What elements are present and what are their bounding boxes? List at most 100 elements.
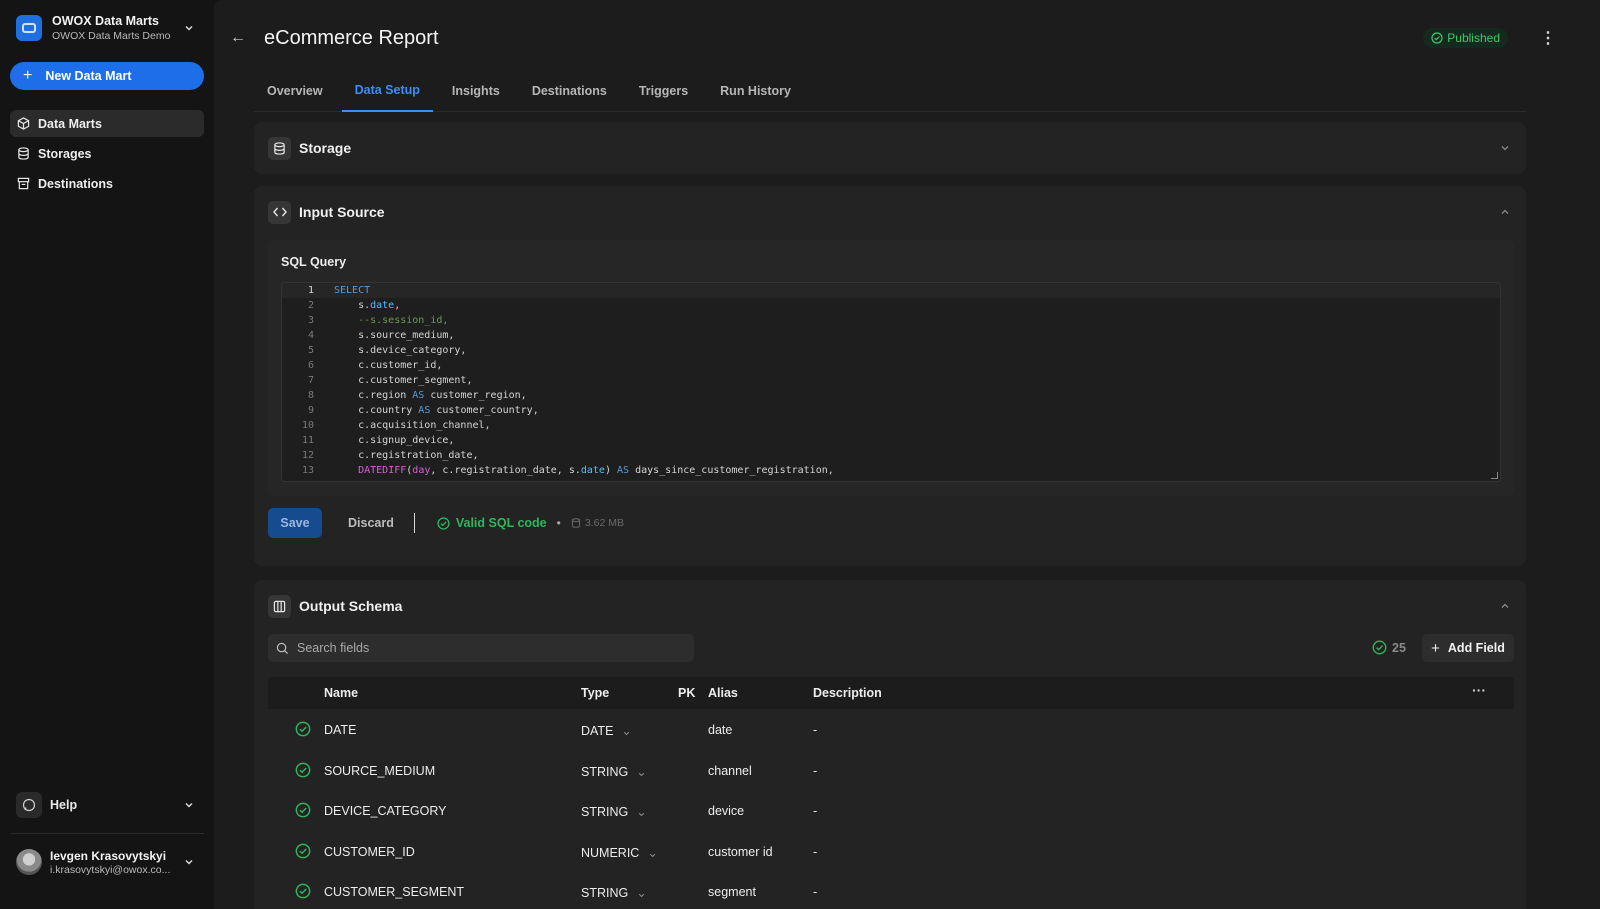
chevron-down-icon[interactable] bbox=[180, 796, 198, 814]
help-label: Help bbox=[50, 798, 78, 812]
check-circle-icon bbox=[295, 721, 311, 737]
query-size-label: 3.62 MB bbox=[584, 517, 624, 529]
search-icon bbox=[276, 642, 289, 654]
field-name: CUSTOMER_ID bbox=[324, 845, 415, 859]
check-circle-icon bbox=[295, 802, 311, 818]
column-header-type[interactable]: Type bbox=[581, 686, 609, 700]
plus-icon: + bbox=[1431, 639, 1440, 657]
column-header-description[interactable]: Description bbox=[813, 686, 882, 700]
sql-editor[interactable]: 1 SELECT 2 s.date, 3 --s.session_id, 4 s.… bbox=[281, 282, 1501, 482]
database-icon bbox=[18, 147, 29, 160]
bullet-separator: • bbox=[556, 516, 561, 530]
sidebar-nav: Data Marts Storages Destinations bbox=[10, 110, 204, 197]
code-line: 14 bbox=[282, 478, 1500, 481]
chevron-up-icon[interactable] bbox=[1498, 207, 1512, 217]
new-data-mart-label: New Data Mart bbox=[45, 69, 132, 83]
help-menu[interactable]: Help bbox=[10, 790, 204, 820]
more-horizontal-icon[interactable]: ··· bbox=[1472, 682, 1486, 698]
add-field-label: Add Field bbox=[1447, 641, 1505, 655]
plus-icon: + bbox=[23, 67, 33, 84]
code-line: 10 c.acquisition_channel, bbox=[301, 420, 491, 431]
chevron-down-icon: ⌄ bbox=[647, 846, 658, 860]
field-type-select[interactable]: STRING ⌄ bbox=[581, 804, 647, 820]
tab-overview[interactable]: Overview bbox=[254, 70, 336, 112]
table-row[interactable]: CUSTOMER_SEGMENT STRING ⌄ segment - bbox=[268, 871, 1514, 909]
tab-destinations[interactable]: Destinations bbox=[519, 70, 620, 112]
check-circle-icon bbox=[1372, 640, 1387, 655]
new-data-mart-button[interactable]: + New Data Mart bbox=[10, 62, 204, 90]
field-description[interactable]: - bbox=[813, 845, 817, 859]
add-field-button[interactable]: + Add Field bbox=[1422, 634, 1514, 662]
tab-run-history[interactable]: Run History bbox=[707, 70, 804, 112]
field-description[interactable]: - bbox=[813, 723, 817, 737]
box-icon bbox=[17, 117, 30, 130]
check-circle-icon bbox=[1431, 32, 1443, 44]
chevron-up-icon[interactable] bbox=[1498, 601, 1512, 611]
sql-actions: Save Discard Valid SQL code • 3.62 MB bbox=[268, 508, 624, 538]
chevron-down-icon[interactable] bbox=[180, 19, 198, 37]
chevron-down-icon[interactable] bbox=[1498, 143, 1512, 153]
chevron-down-icon[interactable] bbox=[180, 853, 198, 871]
search-input[interactable] bbox=[297, 641, 677, 655]
help-chat-icon bbox=[16, 792, 42, 818]
output-schema-header[interactable]: Output Schema bbox=[254, 580, 1526, 632]
workspace-switcher[interactable]: OWOX Data Marts OWOX Data Marts Demo bbox=[10, 0, 204, 56]
save-button[interactable]: Save bbox=[268, 508, 322, 538]
discard-button[interactable]: Discard bbox=[336, 516, 406, 530]
storage-header[interactable]: Storage bbox=[254, 122, 1526, 174]
validation-label: Valid SQL code bbox=[455, 516, 547, 530]
field-type-select[interactable]: DATE ⌄ bbox=[581, 723, 632, 739]
input-source-header[interactable]: Input Source bbox=[254, 186, 1526, 238]
code-line: 5 s.device_category, bbox=[307, 345, 467, 356]
column-header-name[interactable]: Name bbox=[324, 686, 358, 700]
schema-table-header: Name Type PK Alias Description ··· bbox=[268, 677, 1514, 709]
tab-insights[interactable]: Insights bbox=[439, 70, 513, 112]
field-alias[interactable]: channel bbox=[708, 764, 752, 778]
sidebar-item-label: Data Marts bbox=[38, 116, 102, 131]
sidebar-item-storages[interactable]: Storages bbox=[10, 140, 204, 167]
fields-count-value: 25 bbox=[1392, 640, 1406, 655]
check-circle-icon bbox=[295, 843, 311, 859]
check-circle-icon bbox=[295, 883, 311, 899]
more-vertical-icon[interactable]: ⋮ bbox=[1540, 28, 1556, 48]
table-row[interactable]: DEVICE_CATEGORY STRING ⌄ device - bbox=[268, 790, 1514, 831]
status-label: Published bbox=[1447, 31, 1500, 45]
search-fields bbox=[268, 634, 694, 662]
field-type-select[interactable]: NUMERIC ⌄ bbox=[581, 845, 658, 861]
field-type-select[interactable]: STRING ⌄ bbox=[581, 764, 647, 780]
table-row[interactable]: SOURCE_MEDIUM STRING ⌄ channel - bbox=[268, 750, 1514, 791]
field-description[interactable]: - bbox=[813, 885, 817, 899]
query-size: 3.62 MB bbox=[571, 517, 624, 529]
code-line: 8 c.region AS customer_region, bbox=[307, 390, 527, 401]
tab-triggers[interactable]: Triggers bbox=[626, 70, 701, 112]
code-line: 7 c.customer_segment, bbox=[307, 375, 473, 386]
field-alias[interactable]: customer id bbox=[708, 845, 773, 859]
chevron-down-icon: ⌄ bbox=[636, 886, 647, 900]
field-alias[interactable]: date bbox=[708, 723, 732, 737]
sidebar-item-destinations[interactable]: Destinations bbox=[10, 170, 204, 197]
field-type-select[interactable]: STRING ⌄ bbox=[581, 885, 647, 901]
sidebar-item-label: Storages bbox=[38, 146, 92, 161]
database-icon bbox=[268, 136, 291, 160]
table-row[interactable]: DATE DATE ⌄ date - bbox=[268, 709, 1514, 750]
database-icon bbox=[571, 518, 580, 528]
storage-section: Storage bbox=[254, 122, 1526, 174]
field-alias[interactable]: device bbox=[708, 804, 744, 818]
field-alias[interactable]: segment bbox=[708, 885, 756, 899]
sql-query-panel: SQL Query 1 SELECT 2 s.date, 3 --s.sessio… bbox=[268, 240, 1514, 496]
field-description[interactable]: - bbox=[813, 804, 817, 818]
workspace-logo bbox=[16, 15, 42, 41]
column-header-pk[interactable]: PK bbox=[678, 686, 695, 700]
user-menu[interactable]: Ievgen Krasovytskyi i.krasovytskyi@owox.… bbox=[10, 845, 204, 879]
sidebar-item-data-marts[interactable]: Data Marts bbox=[10, 110, 204, 137]
chevron-down-icon: ⌄ bbox=[621, 724, 632, 738]
column-header-alias[interactable]: Alias bbox=[708, 686, 738, 700]
workspace-subtitle: OWOX Data Marts Demo bbox=[52, 30, 171, 42]
tab-data-setup[interactable]: Data Setup bbox=[341, 70, 433, 112]
resize-handle-icon[interactable] bbox=[1491, 472, 1498, 479]
field-description[interactable]: - bbox=[813, 764, 817, 778]
code-line: 1 SELECT bbox=[282, 283, 1500, 298]
workspace-title: OWOX Data Marts bbox=[52, 14, 159, 28]
back-arrow-icon[interactable]: ← bbox=[230, 29, 250, 47]
table-row[interactable]: CUSTOMER_ID NUMERIC ⌄ customer id - bbox=[268, 831, 1514, 872]
